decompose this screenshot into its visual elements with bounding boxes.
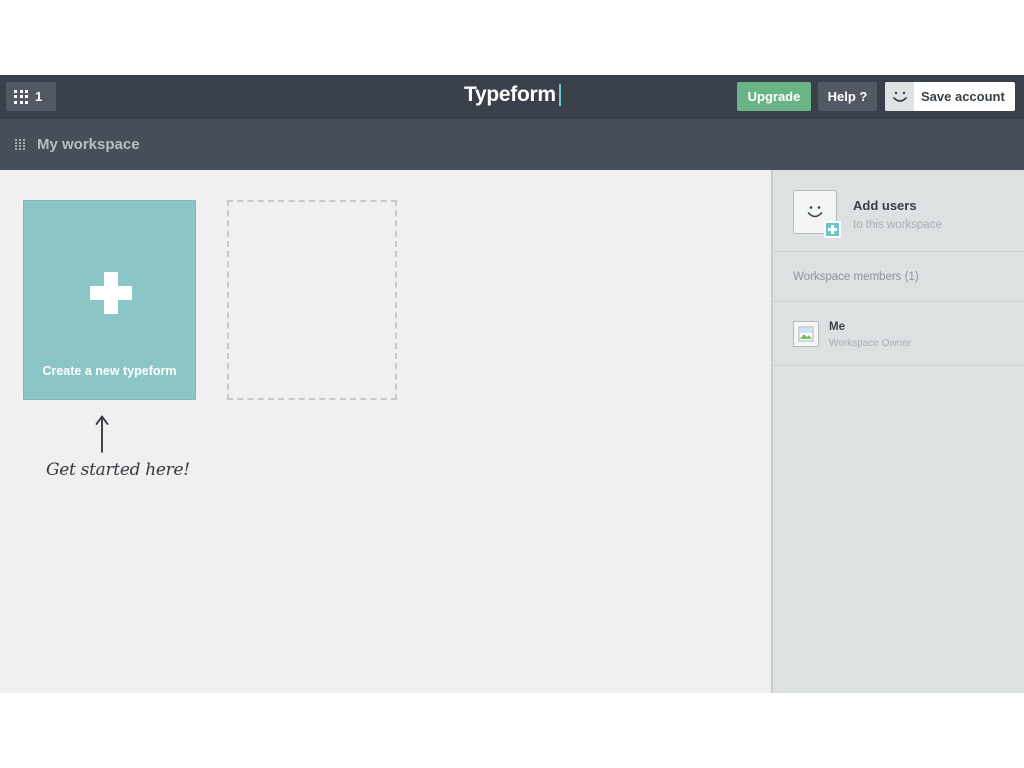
member-role: Workspace Owner — [829, 338, 912, 349]
workspace-count: 1 — [35, 89, 43, 104]
get-started-hint: Get started here! — [46, 460, 190, 480]
create-typeform-card[interactable]: Create a new typeform — [23, 200, 196, 400]
plus-icon — [90, 272, 132, 314]
workspace-bar: My workspace — [0, 119, 1024, 170]
typeform-grid: Create a new typeform Get started here! — [0, 170, 771, 693]
add-users-title: Add users — [853, 198, 917, 213]
top-bar: 1 Typeform Upgrade Help ? Save account — [0, 75, 1024, 119]
add-users-subtitle: to this workspace — [853, 219, 942, 231]
arrow-up-icon — [95, 415, 109, 453]
smiley-avatar-icon — [793, 190, 841, 238]
create-typeform-label: Create a new typeform — [42, 364, 177, 378]
smiley-icon — [885, 82, 914, 111]
member-item[interactable]: Me Workspace Owner — [773, 302, 1024, 366]
help-button[interactable]: Help ? — [818, 82, 877, 111]
cursor-caret — [558, 84, 561, 106]
broken-image-icon — [793, 321, 819, 347]
app-window: 1 Typeform Upgrade Help ? Save account M… — [0, 75, 1024, 693]
brand-logo: Typeform — [464, 83, 561, 107]
brand-name: Typeform — [464, 83, 556, 106]
empty-typeform-slot — [227, 200, 397, 400]
add-users-button[interactable]: Add users to this workspace — [773, 170, 1024, 252]
grid-icon — [14, 89, 28, 104]
members-heading: Workspace members (1) — [773, 252, 1024, 302]
save-account-button[interactable]: Save account — [885, 82, 1015, 111]
upgrade-button[interactable]: Upgrade — [737, 82, 811, 111]
workspace-title[interactable]: My workspace — [37, 136, 140, 153]
member-name: Me — [829, 321, 845, 333]
add-badge-icon — [824, 221, 841, 238]
workspace-sidebar: Add users to this workspace Workspace me… — [771, 170, 1024, 693]
workspace-switcher-button[interactable]: 1 — [6, 82, 56, 111]
workspace-grid-icon — [15, 138, 25, 151]
save-account-label: Save account — [921, 89, 1005, 104]
